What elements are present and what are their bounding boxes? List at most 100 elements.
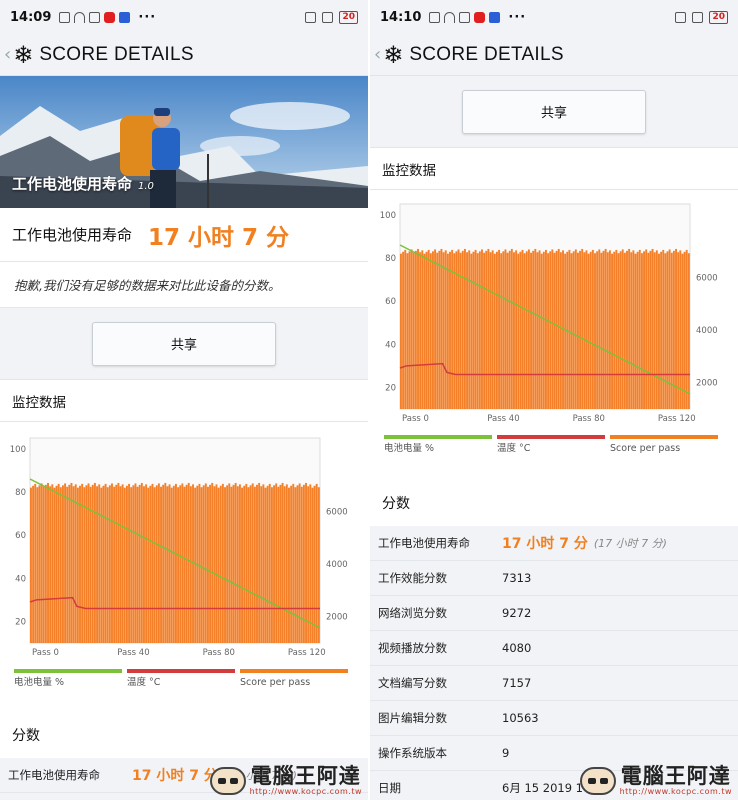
- watermark-url: http://www.kocpc.com.tw: [619, 787, 732, 796]
- score-bar: [675, 248, 677, 409]
- score-bar: [453, 253, 456, 409]
- score-bar: [596, 251, 599, 409]
- score-bar: [260, 486, 263, 643]
- score-bar: [307, 486, 310, 643]
- score-bar: [638, 249, 641, 409]
- score-bar: [559, 252, 562, 409]
- score-bar: [662, 249, 665, 409]
- score-bar: [476, 253, 479, 409]
- legend-swatch: [384, 435, 492, 439]
- score-bar: [576, 252, 579, 409]
- battery-icon: 20: [339, 10, 358, 24]
- score-bar: [241, 487, 244, 643]
- score-bar: [147, 487, 150, 643]
- score-row-video-playback: 视频播放分数 4080: [370, 631, 738, 666]
- score-key: 视频播放分数: [378, 641, 447, 655]
- score-bar: [687, 253, 690, 409]
- score-bar: [270, 487, 273, 643]
- page-title: SCORE DETAILS: [409, 43, 564, 65]
- x-tick-label: Pass 0: [402, 414, 429, 424]
- score-bar: [587, 253, 590, 409]
- scores-table: 工作电池使用寿命 17 小时 7 分 (17 小时 7 分) 工作效能分数 73…: [370, 526, 738, 800]
- watermark-title: 電腦王阿達: [620, 764, 731, 788]
- score-bar: [438, 250, 441, 409]
- score-bar: [136, 486, 139, 643]
- y-left-tick-label: 20: [385, 383, 396, 393]
- score-bar: [502, 251, 505, 409]
- score-bar: [211, 482, 214, 643]
- score-bar: [451, 249, 454, 409]
- monitor-section-title: 监控数据: [0, 380, 368, 422]
- legend-swatch: [610, 435, 718, 439]
- score-bar: [87, 483, 90, 643]
- score-bar: [545, 249, 547, 409]
- share-button[interactable]: 共享: [92, 321, 276, 366]
- score-bar: [264, 487, 267, 643]
- score-bar: [685, 249, 688, 409]
- score-bar: [111, 483, 113, 643]
- score-bar: [61, 485, 64, 643]
- score-bar: [285, 484, 288, 643]
- score-bar: [104, 483, 107, 643]
- back-arrow-icon[interactable]: ‹: [4, 44, 11, 65]
- score-bar: [311, 487, 314, 643]
- score-bar: [651, 248, 654, 409]
- score-bar: [632, 250, 635, 409]
- score-bar: [55, 485, 58, 643]
- score-bar: [570, 253, 573, 409]
- score-bar: [290, 485, 293, 643]
- score-bar: [117, 482, 120, 643]
- app-titlebar: ‹ ❄ SCORE DETAILS: [370, 34, 738, 76]
- score-bar: [315, 483, 318, 643]
- left-screen: 14:09 ··· 20 ‹ ❄ SCORE DETAILS 工作电池使用寿命 …: [0, 0, 368, 800]
- score-bar: [431, 251, 434, 409]
- score-bar: [551, 249, 554, 409]
- score-bar: [151, 483, 154, 643]
- score-bar: [106, 487, 109, 643]
- x-tick-label: Pass 80: [203, 648, 235, 658]
- score-bar: [98, 484, 101, 643]
- score-bar: [504, 249, 507, 409]
- legend-label: 温度 °C: [497, 442, 531, 454]
- score-key: 日期: [378, 781, 401, 795]
- watermark-title: 電腦王阿達: [250, 764, 361, 788]
- more-dots-icon: ···: [138, 9, 157, 25]
- watermark-mascot-icon: [209, 766, 246, 795]
- score-key: 图片编辑分数: [378, 711, 447, 725]
- score-bar: [572, 251, 575, 409]
- score-row-work-performance: 工作效能分数 7313: [370, 561, 738, 596]
- score-bar: [485, 250, 488, 409]
- score-key: 工作电池使用寿命: [378, 536, 470, 550]
- score-bar: [268, 483, 271, 643]
- score-bar: [202, 485, 205, 643]
- score-bar: [414, 250, 417, 409]
- back-arrow-icon[interactable]: ‹: [374, 44, 381, 65]
- status-time: 14:09: [10, 9, 52, 25]
- score-bar: [419, 252, 422, 409]
- y-left-tick-label: 100: [380, 211, 396, 221]
- score-bar: [538, 250, 541, 409]
- score-bar: [679, 250, 682, 409]
- score-bar: [187, 482, 190, 643]
- score-bar: [164, 482, 167, 643]
- legend-swatch: [240, 669, 348, 673]
- score-value: 7313: [502, 571, 532, 585]
- score-bar: [410, 249, 413, 409]
- score-bar: [253, 486, 256, 643]
- score-bar: [658, 253, 660, 409]
- y-right-tick-label: 4000: [326, 560, 348, 570]
- score-bar: [59, 487, 62, 643]
- score-bar: [613, 251, 616, 409]
- vibrate-icon: [322, 11, 334, 23]
- y-right-tick-label: 6000: [696, 274, 718, 284]
- x-tick-label: Pass 40: [487, 414, 519, 424]
- score-bar: [64, 483, 67, 643]
- score-key: 工作效能分数: [378, 571, 447, 585]
- score-bar: [647, 252, 650, 409]
- score-bar: [564, 253, 567, 409]
- share-button[interactable]: 共享: [462, 89, 646, 134]
- score-bar: [44, 484, 47, 643]
- score-bar: [527, 249, 530, 409]
- score-bar: [121, 484, 124, 643]
- legend-label: 温度 °C: [127, 676, 161, 688]
